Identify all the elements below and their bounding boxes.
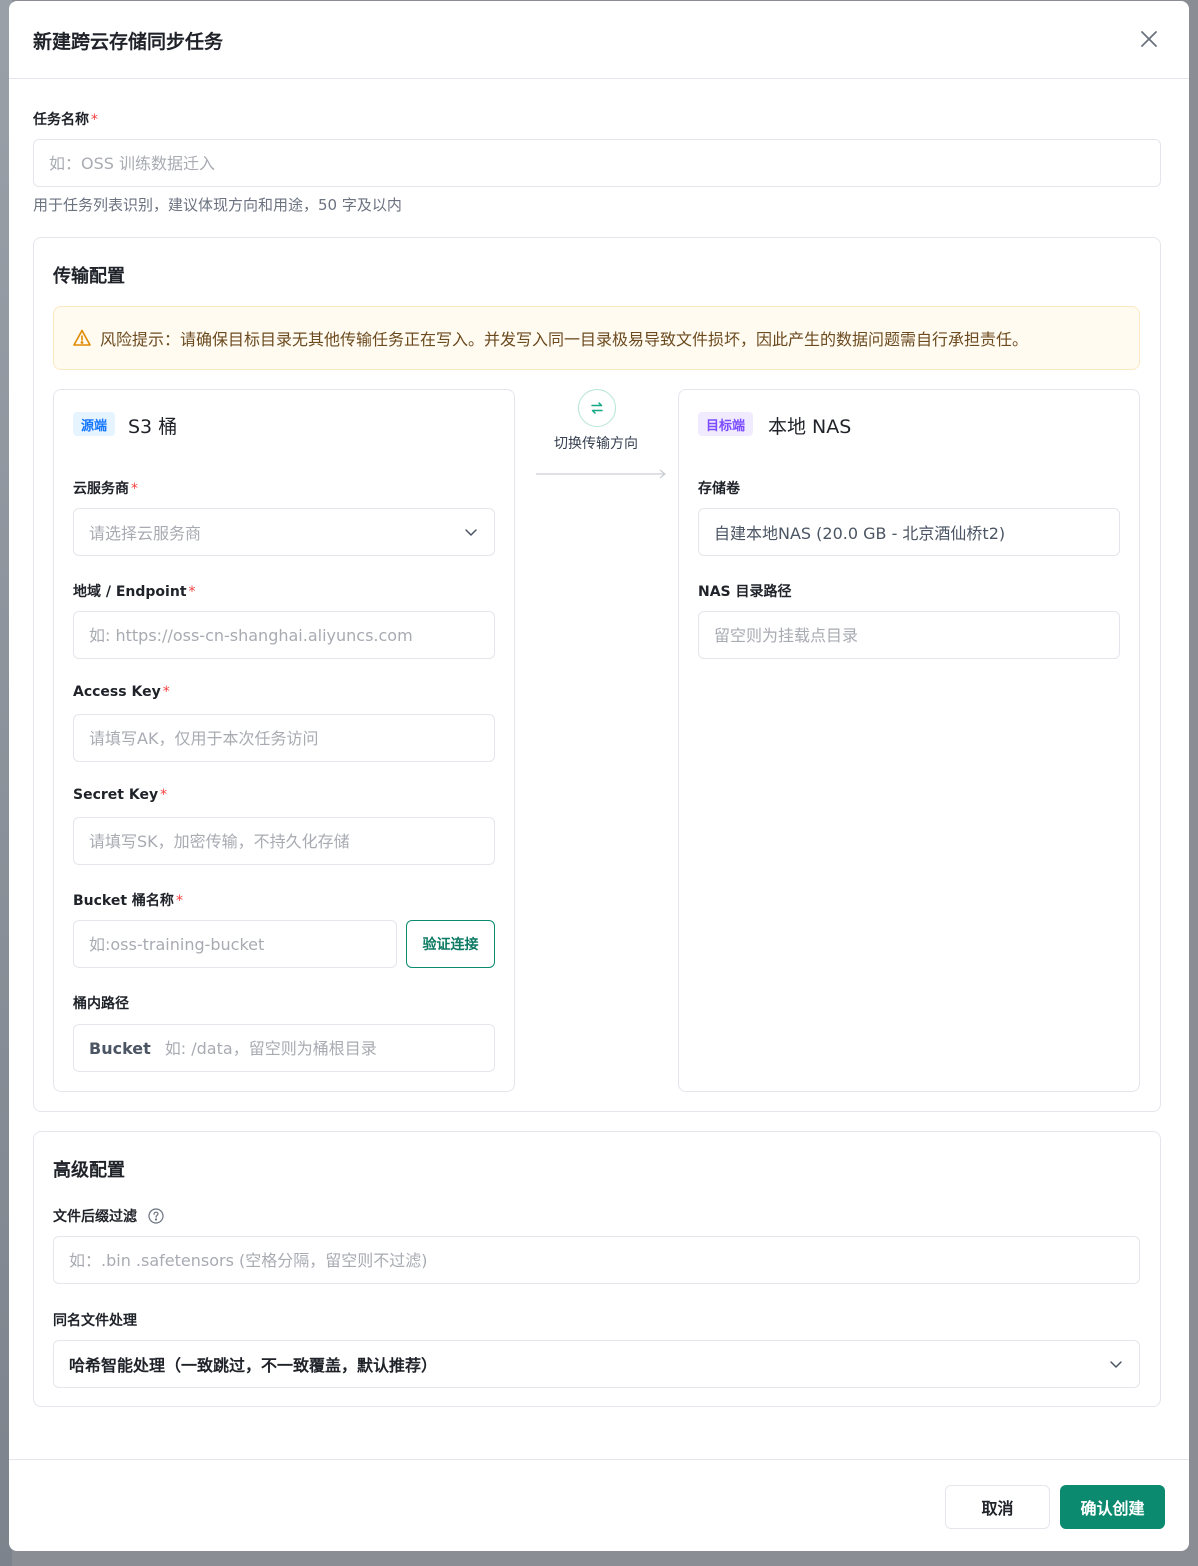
- dialog-footer: 取消 确认创建: [9, 1459, 1189, 1551]
- risk-warning-text: 风险提示：请确保目标目录无其他传输任务正在写入。并发写入同一目录极易导致文件损坏…: [100, 330, 1029, 349]
- transfer-arrow-icon: [536, 469, 666, 479]
- target-tag: 目标端: [698, 412, 754, 436]
- secret-key-input[interactable]: [73, 817, 495, 865]
- swap-direction-button[interactable]: [578, 389, 616, 427]
- source-title: S3 桶: [128, 416, 178, 438]
- help-icon[interactable]: [148, 1208, 164, 1224]
- task-name-hint: 用于任务列表识别，建议体现方向和用途，50 字及以内: [33, 196, 402, 214]
- provider-select[interactable]: 请选择云服务商: [73, 508, 495, 556]
- bucket-path-label: 桶内路径: [73, 996, 129, 1012]
- advanced-config-section: 高级配置 文件后缀过滤 同名文件处理 哈希智能处理（一致跳过，不一致覆盖，默认推…: [33, 1131, 1161, 1407]
- duplicate-handling-label: 同名文件处理: [53, 1313, 137, 1329]
- volume-field: 自建本地NAS (20.0 GB - 北京酒仙桥t2): [698, 508, 1120, 556]
- volume-label: 存储卷: [698, 481, 740, 497]
- access-key-input[interactable]: [73, 714, 495, 762]
- transfer-config-section: 传输配置 风险提示：请确保目标目录无其他传输任务正在写入。并发写入同一目录极易导…: [33, 237, 1161, 1112]
- dialog-header: 新建跨云存储同步任务: [9, 1, 1189, 79]
- chevron-down-icon: [465, 529, 477, 536]
- nas-path-label: NAS 目录路径: [698, 584, 792, 600]
- swap-direction-label: 切换传输方向: [554, 436, 638, 452]
- bucket-name-input[interactable]: [73, 920, 397, 968]
- endpoint-label: 地域 / Endpoint *: [73, 584, 196, 600]
- dialog-title: 新建跨云存储同步任务: [33, 31, 224, 53]
- bucket-name-label: Bucket 桶名称 *: [73, 893, 183, 909]
- source-card: 源端 S3 桶 云服务商* 请选择云服务商 地域 / Endpoint* Acc…: [53, 389, 515, 1092]
- risk-warning-banner: 风险提示：请确保目标目录无其他传输任务正在写入。并发写入同一目录极易导致文件损坏…: [53, 306, 1140, 370]
- secret-key-label: Secret Key *: [73, 787, 168, 803]
- swap-arrows-icon: [591, 402, 603, 414]
- verify-connection-button[interactable]: 验证连接: [406, 920, 495, 968]
- cancel-button[interactable]: 取消: [945, 1485, 1050, 1529]
- warning-icon: [73, 329, 91, 346]
- close-icon: [1141, 31, 1157, 47]
- advanced-config-title: 高级配置: [53, 1160, 125, 1181]
- target-title: 本地 NAS: [768, 416, 852, 438]
- close-button[interactable]: [1137, 27, 1161, 51]
- create-sync-task-dialog: 新建跨云存储同步任务 任务名称* 用于任务列表识别，建议体现方向和用途，50 字…: [9, 1, 1189, 1551]
- required-mark: *: [91, 112, 98, 128]
- provider-select-placeholder: 请选择云服务商: [89, 524, 202, 543]
- access-key-label: Access Key *: [73, 684, 170, 700]
- task-name-input[interactable]: [33, 139, 1161, 187]
- provider-label: 云服务商 *: [73, 481, 138, 497]
- bucket-path-input[interactable]: [164, 1038, 494, 1058]
- chevron-down-icon: [1110, 1361, 1122, 1368]
- suffix-filter-label: 文件后缀过滤: [53, 1206, 164, 1226]
- source-tag: 源端: [73, 412, 116, 436]
- suffix-filter-input[interactable]: [53, 1236, 1140, 1284]
- bucket-path-field[interactable]: Bucket: [73, 1024, 495, 1072]
- bucket-path-prefix: Bucket: [89, 1038, 151, 1058]
- confirm-create-button[interactable]: 确认创建: [1060, 1485, 1165, 1529]
- target-card: 目标端 本地 NAS 存储卷 自建本地NAS (20.0 GB - 北京酒仙桥t…: [678, 389, 1140, 1092]
- duplicate-handling-value: 哈希智能处理（一致跳过，不一致覆盖，默认推荐）: [69, 1356, 438, 1375]
- nas-path-input[interactable]: [698, 611, 1120, 659]
- transfer-config-title: 传输配置: [53, 266, 125, 287]
- task-name-label: 任务名称 *: [33, 112, 98, 128]
- duplicate-handling-select[interactable]: 哈希智能处理（一致跳过，不一致覆盖，默认推荐）: [53, 1340, 1140, 1388]
- endpoint-input[interactable]: [73, 611, 495, 659]
